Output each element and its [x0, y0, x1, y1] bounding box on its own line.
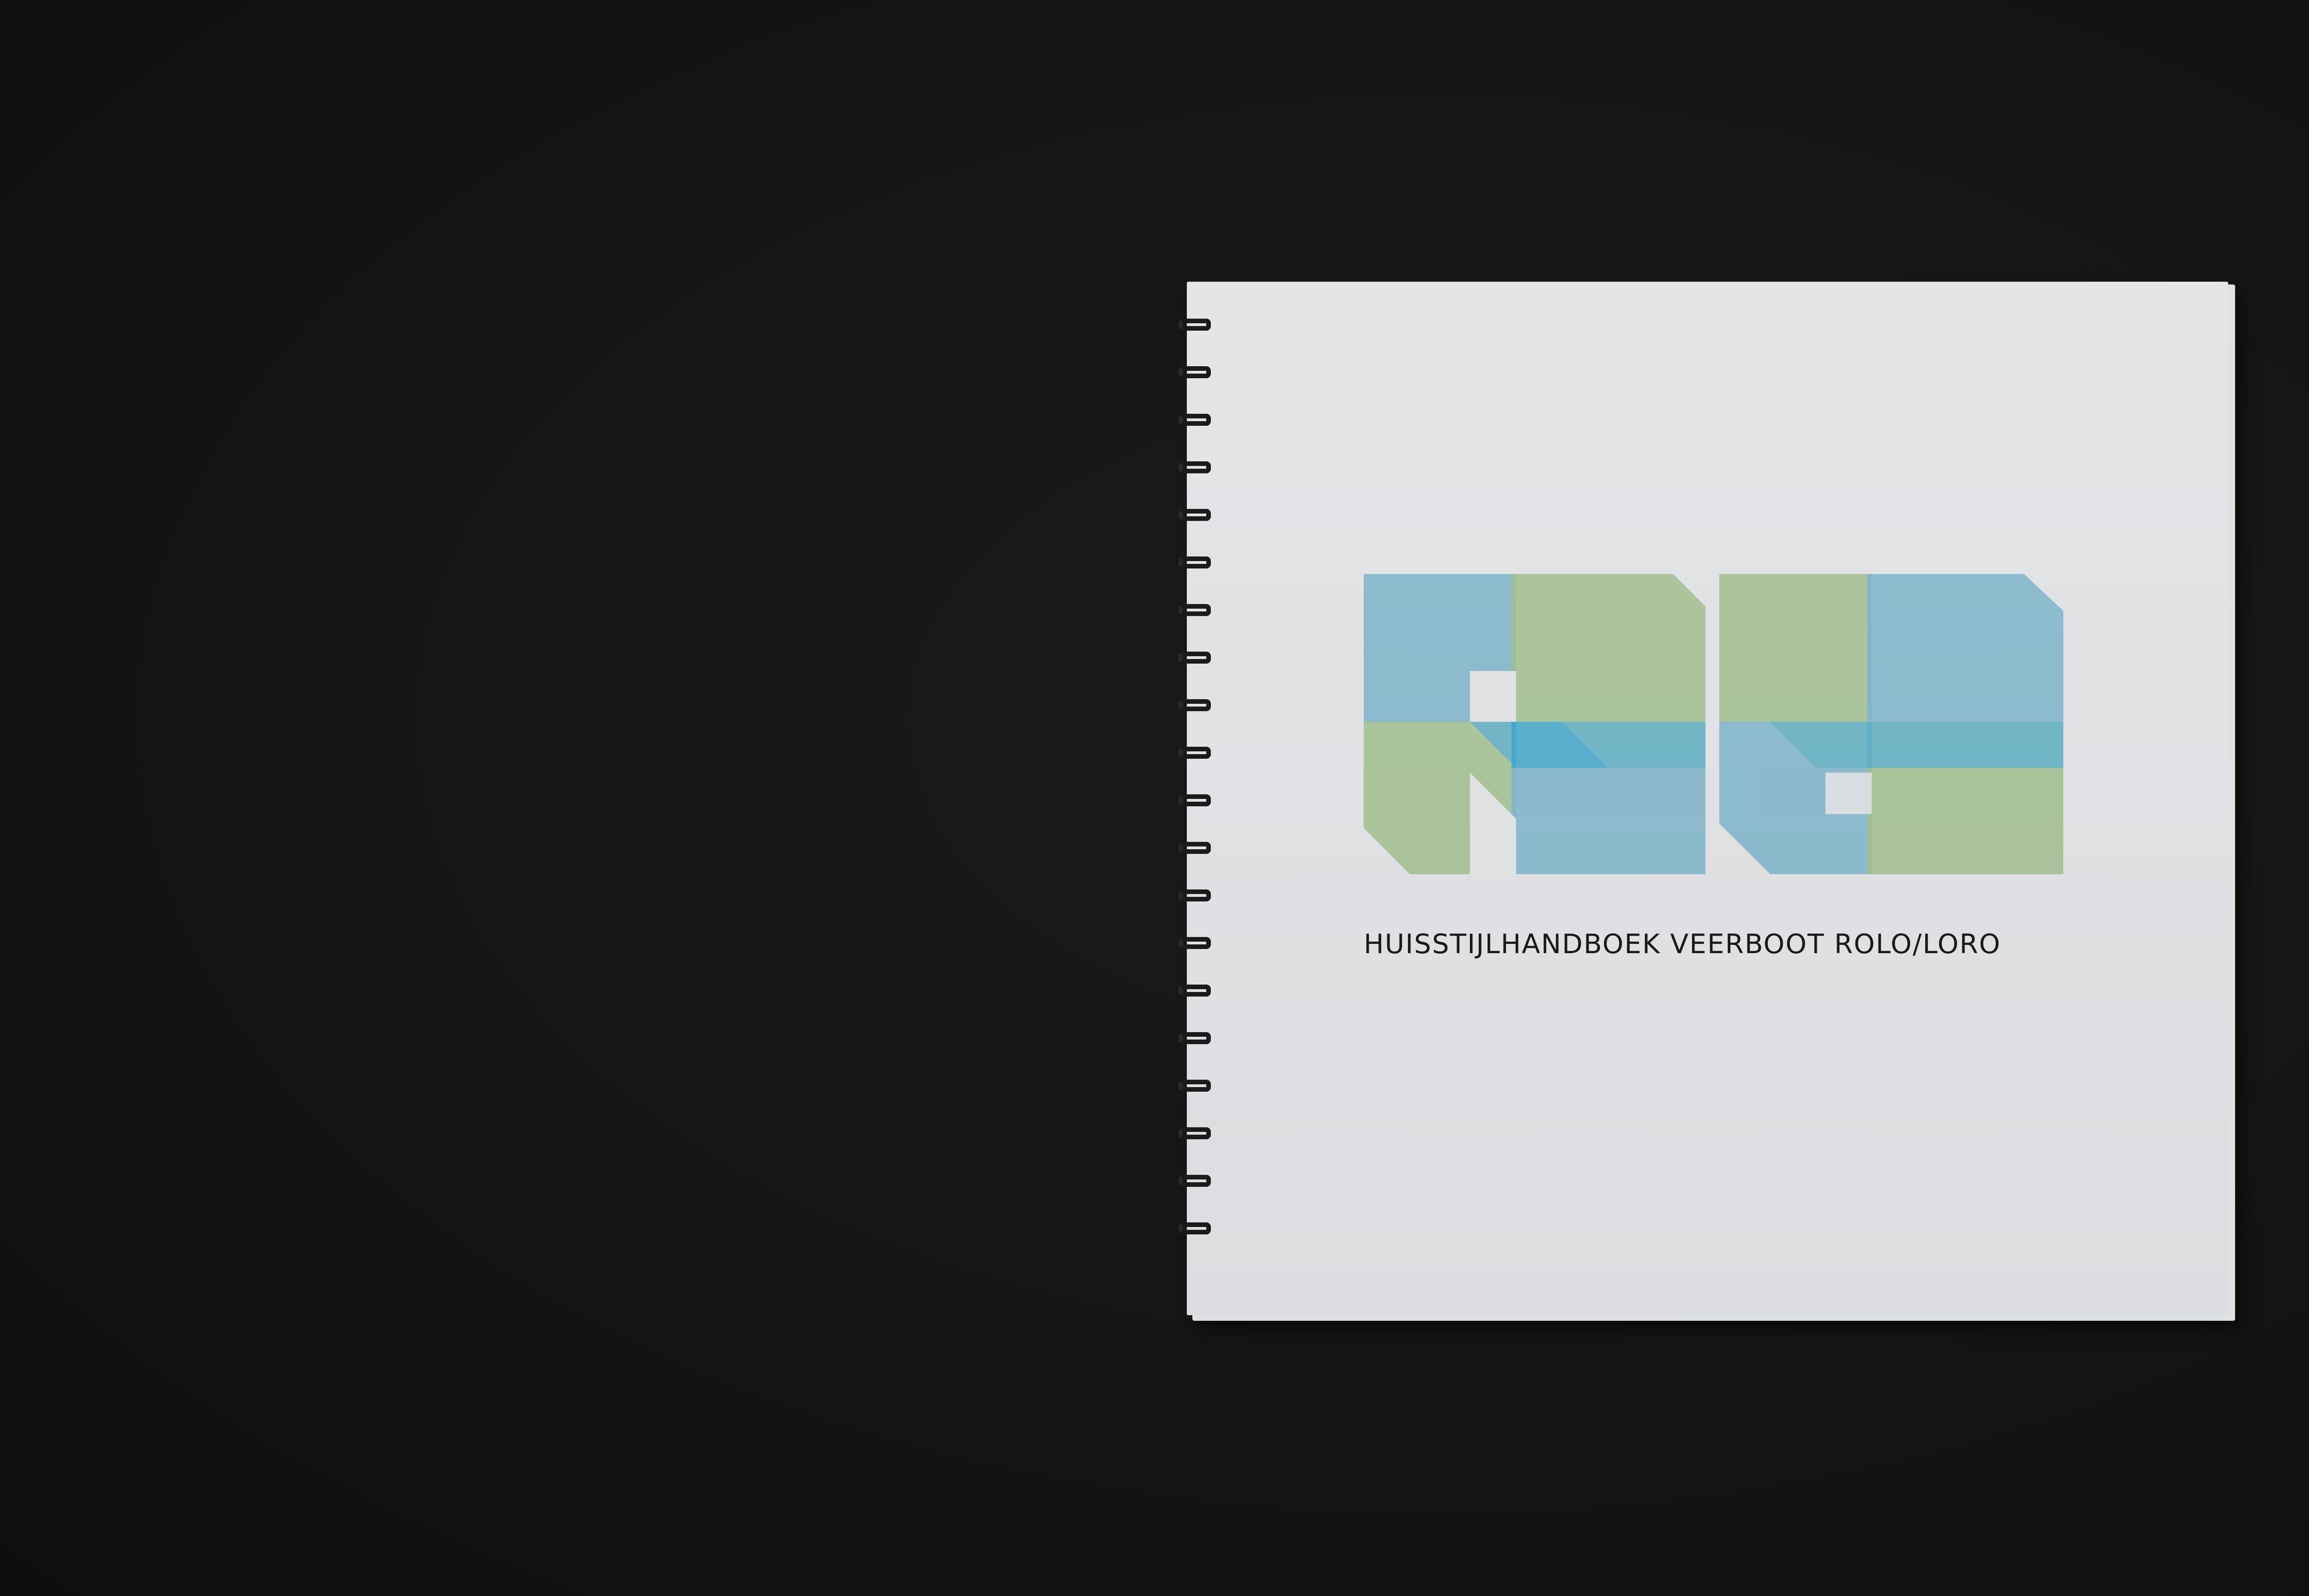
binding-ring	[1179, 937, 1211, 949]
notebook-cover: HUISSTIJLHANDBOEK VEERBOOT ROLO/LORO	[1187, 282, 2228, 1315]
binding-ring	[1179, 461, 1211, 473]
binding-ring	[1179, 985, 1211, 997]
binding-ring	[1179, 556, 1211, 568]
binding-ring	[1179, 889, 1211, 901]
binding-ring	[1179, 1222, 1211, 1234]
logo-letter-o-2	[1867, 574, 2063, 874]
binding-ring	[1179, 1175, 1211, 1187]
binding-ring	[1179, 1032, 1211, 1044]
binding-ring	[1179, 509, 1211, 521]
binding-ring	[1179, 842, 1211, 854]
binding-ring	[1179, 699, 1211, 711]
cover-title: HUISSTIJLHANDBOEK VEERBOOT ROLO/LORO	[1364, 928, 2001, 960]
binding-ring	[1179, 366, 1211, 378]
logo-letter-l	[1719, 574, 1872, 874]
binding-ring	[1179, 319, 1211, 331]
binding-ring	[1179, 1127, 1211, 1139]
spiral-notebook: HUISSTIJLHANDBOEK VEERBOOT ROLO/LORO	[1179, 282, 2235, 1321]
binding-ring	[1179, 747, 1211, 759]
photo-scene: HUISSTIJLHANDBOEK VEERBOOT ROLO/LORO	[0, 0, 2309, 1596]
binding-ring	[1179, 794, 1211, 806]
rolo-logo	[1364, 574, 2063, 874]
spiral-binding	[1179, 319, 1215, 1270]
binding-ring	[1179, 414, 1211, 426]
binding-ring	[1179, 652, 1211, 664]
binding-ring	[1179, 1080, 1211, 1092]
logo-letter-o	[1511, 574, 1705, 874]
binding-ring	[1179, 604, 1211, 616]
